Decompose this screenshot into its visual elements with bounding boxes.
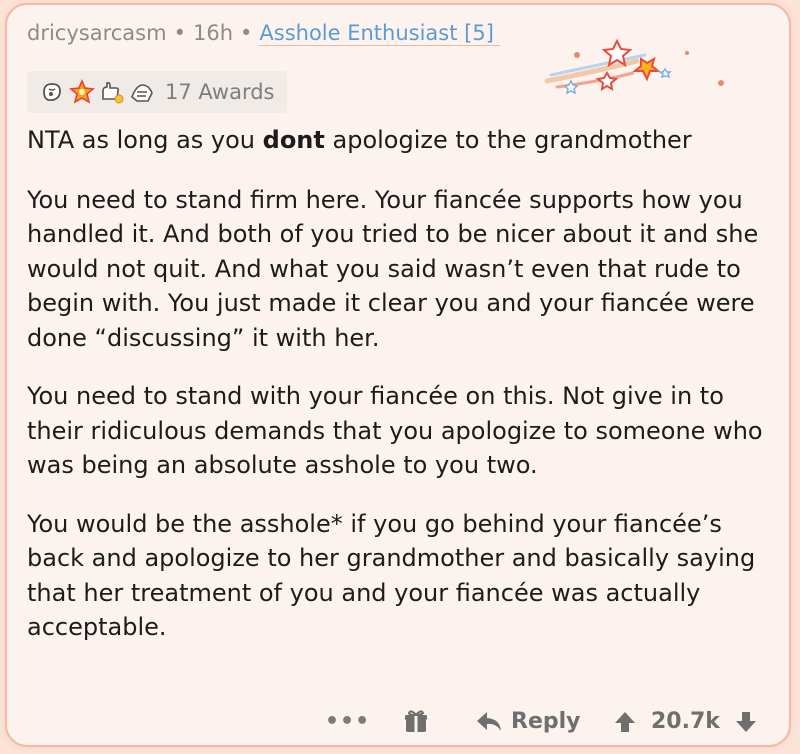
comment-paragraph: You need to stand firm here. Your fiancé… [27, 185, 759, 352]
gift-icon [405, 710, 427, 732]
comment-paragraph: You would be the asshole* if you go behi… [27, 509, 756, 642]
give-award-button[interactable] [403, 709, 429, 735]
separator-dot: • [173, 21, 186, 45]
comment-paragraph: NTA as long as you dont apologize to the… [27, 123, 779, 158]
comment-card: dricysarcasm • 16h • Asshole Enthusiast [5] [5, 3, 791, 747]
vote-controls: 20.7k [613, 709, 758, 734]
comment-age[interactable]: 16h [193, 21, 233, 45]
comment-bold-text: dont [262, 126, 325, 154]
reply-label: Reply [511, 709, 581, 734]
username[interactable]: dricysarcasm [27, 21, 167, 45]
awards-count[interactable]: 17 Awards [165, 80, 275, 104]
reply-button[interactable]: Reply [475, 709, 581, 734]
user-flair: Asshole Enthusiast [5] [259, 21, 500, 46]
fireworks-award-icon[interactable] [69, 79, 95, 105]
wholesome-hands-award-icon[interactable] [99, 79, 125, 105]
reply-arrow-icon [477, 711, 501, 731]
comment-text: apologize to the grandmother [324, 126, 692, 154]
user-flair-text: Asshole Enthusiast [5] [259, 21, 494, 45]
upvote-arrow-icon[interactable] [613, 710, 637, 734]
hug-award-icon[interactable] [129, 79, 155, 105]
comment-actions: ••• Reply 20.7k [7, 705, 793, 745]
awards-bar[interactable]: 17 Awards [27, 71, 287, 113]
score-count: 20.7k [651, 709, 720, 734]
comment-text: NTA as long as you [27, 126, 263, 154]
comment-paragraph: You need to stand with your fiancée on t… [27, 382, 763, 479]
more-options-button[interactable]: ••• [325, 709, 370, 734]
comment-header: dricysarcasm • 16h • Asshole Enthusiast [5] [27, 21, 500, 46]
comment-body: NTA as long as you dont apologize to the… [27, 123, 779, 669]
fireworks-decoration-icon [544, 38, 724, 95]
separator-dot: • [240, 21, 253, 45]
downvote-arrow-icon[interactable] [734, 710, 758, 734]
hand-award-icon[interactable] [39, 79, 65, 105]
